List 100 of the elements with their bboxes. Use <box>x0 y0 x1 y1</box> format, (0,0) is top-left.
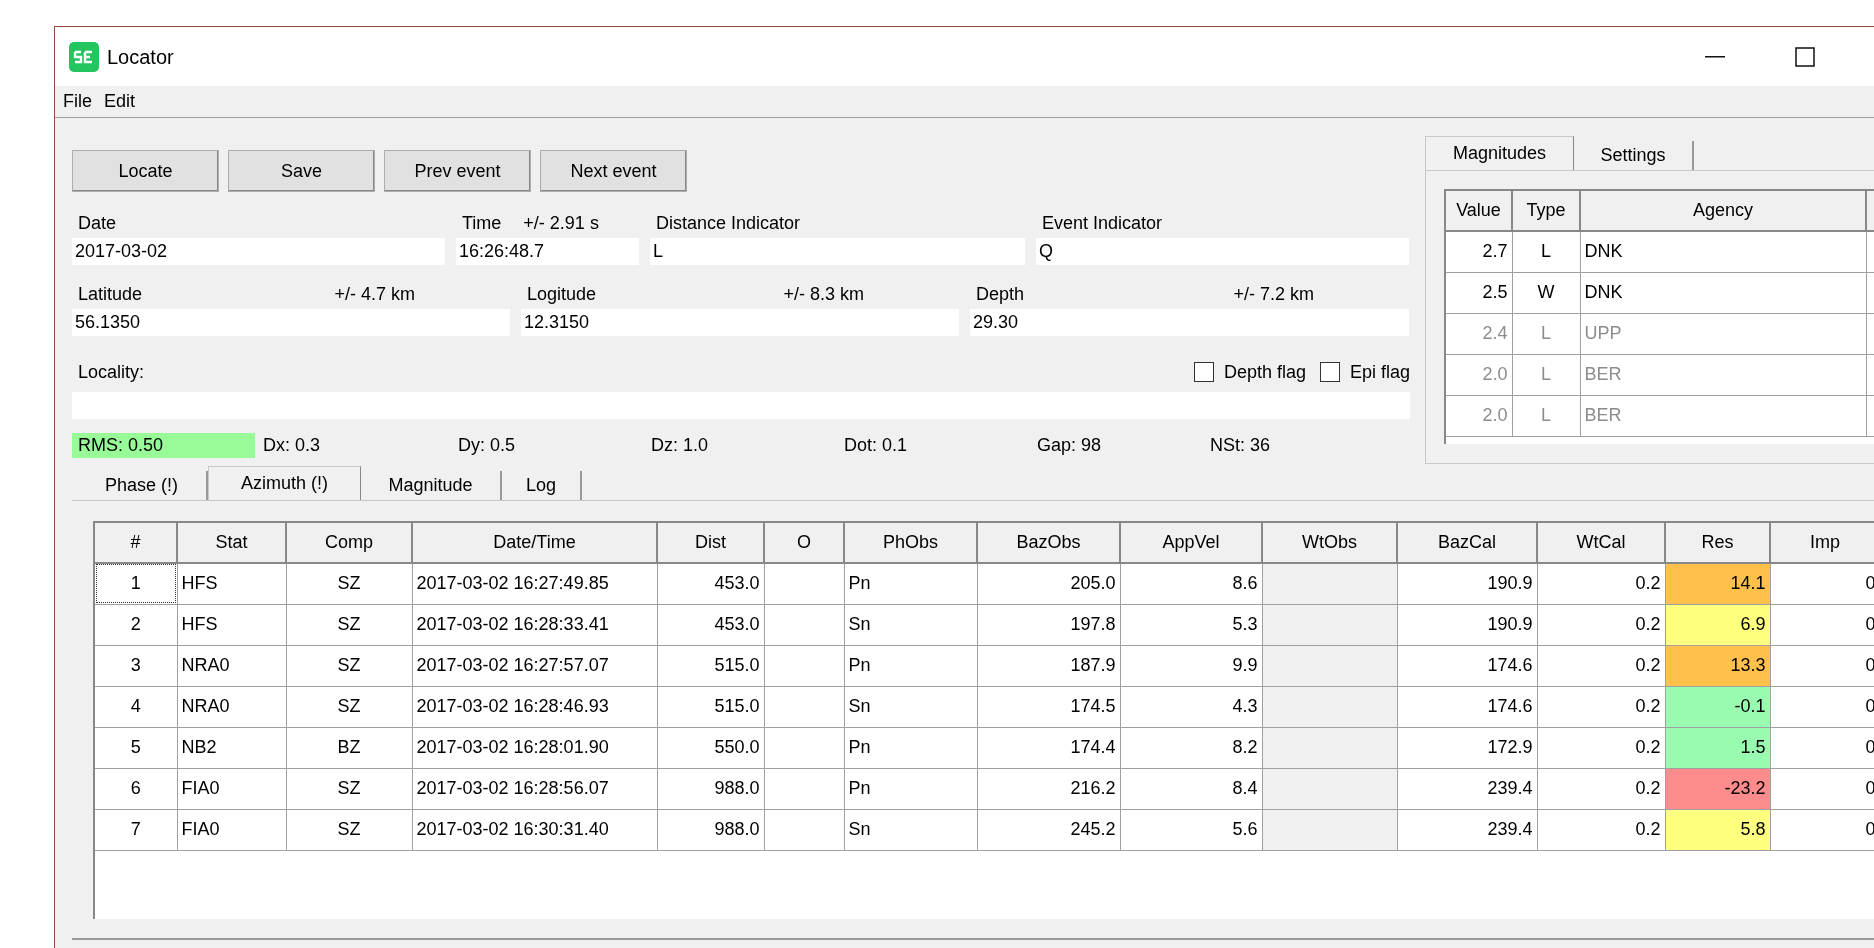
field-label: Distance Indicator <box>656 211 801 235</box>
table-cell: NRA0 <box>177 686 286 727</box>
toolbar-button[interactable]: Prev event <box>384 150 531 192</box>
tab[interactable]: Azimuth (!) <box>208 466 361 500</box>
table-cell: 7 <box>95 809 177 850</box>
table-cell: 988.0 <box>657 768 764 809</box>
uncertainty-label: +/- 7.2 km <box>1233 282 1314 306</box>
menu-item[interactable]: Edit <box>104 88 136 115</box>
table-cell: 2017-03-02 16:27:57.07 <box>412 645 657 686</box>
table-cell: 2 <box>95 604 177 645</box>
column-header[interactable]: O <box>764 523 844 563</box>
stat-label: Gap: 98 <box>1036 434 1103 457</box>
table-cell: 190.9 <box>1397 604 1537 645</box>
text-field[interactable]: 29.30 <box>970 309 1409 336</box>
table-cell: 5.8 <box>1665 809 1770 850</box>
field-label: Date <box>78 211 117 235</box>
text-field[interactable]: Q <box>1036 238 1409 265</box>
table-cell: 14.1 <box>1665 563 1770 604</box>
table-cell: 0 <box>1770 768 1874 809</box>
table-cell: SZ <box>286 645 412 686</box>
table-cell: 197.8 <box>977 604 1120 645</box>
table-cell: 245.2 <box>977 809 1120 850</box>
column-header[interactable]: Stat <box>177 523 286 563</box>
column-header[interactable]: Imp <box>1770 523 1874 563</box>
table-cell: HFS <box>177 563 286 604</box>
column-header[interactable]: Type <box>1512 191 1580 231</box>
table-cell: Sn <box>844 604 977 645</box>
table-cell: 2.5 <box>1446 272 1512 313</box>
table-cell: 0.2 <box>1537 768 1665 809</box>
table-cell: 515.0 <box>657 645 764 686</box>
table-cell: 453.0 <box>657 604 764 645</box>
table-cell: FIA0 <box>177 809 286 850</box>
table-cell: SZ <box>286 809 412 850</box>
stat-label: Dx: 0.3 <box>262 434 322 457</box>
uncertainty-label: +/- 8.3 km <box>783 282 864 306</box>
table-cell: 0 <box>1770 809 1874 850</box>
tab[interactable]: Magnitudes <box>1425 136 1574 170</box>
table-cell: DNK <box>1580 272 1866 313</box>
column-header[interactable]: PhObs <box>844 523 977 563</box>
table-cell: 0.2 <box>1537 727 1665 768</box>
table-cell: 174.5 <box>977 686 1120 727</box>
column-header[interactable]: Comp <box>286 523 412 563</box>
column-header[interactable]: Date/Time <box>412 523 657 563</box>
table-cell: NRA0 <box>177 645 286 686</box>
table-cell: 8.2 <box>1120 727 1262 768</box>
table-cell: 1 <box>95 563 177 604</box>
column-header[interactable]: AppVel <box>1120 523 1262 563</box>
text-field[interactable]: 16:26:48.7 <box>456 238 639 265</box>
table-cell: 8.6 <box>1120 563 1262 604</box>
table-cell: Pn <box>844 563 977 604</box>
table-cell: 6 <box>95 768 177 809</box>
stat-label: Dz: 1.0 <box>650 434 710 457</box>
table-cell: BZ <box>286 727 412 768</box>
table-cell: Pn <box>844 645 977 686</box>
table-cell: 2.4 <box>1446 313 1512 354</box>
uncertainty-label: +/- 2.91 s <box>523 211 599 235</box>
table-cell: 2017-03-02 16:28:46.93 <box>412 686 657 727</box>
column-header[interactable]: Dist <box>657 523 764 563</box>
field-label: Event Indicator <box>1042 211 1163 235</box>
maximize-icon[interactable] <box>1795 47 1815 67</box>
checkbox-label: Epi flag <box>1349 360 1410 384</box>
table-cell: 5 <box>95 727 177 768</box>
checkbox[interactable] <box>1319 362 1340 382</box>
text-field[interactable]: L <box>650 238 1025 265</box>
table-cell: 453.0 <box>657 563 764 604</box>
field-label: Latitude <box>78 282 143 306</box>
table-cell: 2017-03-02 16:28:33.41 <box>412 604 657 645</box>
table-cell: UPP <box>1580 313 1866 354</box>
app-logo-icon <box>69 41 99 72</box>
text-field[interactable]: 56.1350 <box>72 309 510 336</box>
toolbar-button[interactable]: Locate <box>72 150 219 192</box>
table-cell: 239.4 <box>1397 768 1537 809</box>
table-cell: -0.1 <box>1665 686 1770 727</box>
table-cell: 5.3 <box>1120 604 1262 645</box>
column-header[interactable]: Res <box>1665 523 1770 563</box>
column-header[interactable]: # <box>95 523 177 563</box>
checkbox[interactable] <box>1193 362 1214 382</box>
column-header[interactable]: WtCal <box>1537 523 1665 563</box>
table-cell: 0 <box>1770 563 1874 604</box>
text-field[interactable]: 2017-03-02 <box>72 238 445 265</box>
menu-item[interactable]: File <box>63 88 92 115</box>
column-header[interactable]: BazCal <box>1397 523 1537 563</box>
table-cell: 515.0 <box>657 686 764 727</box>
table-cell: 8.4 <box>1120 768 1262 809</box>
table-cell: NB2 <box>177 727 286 768</box>
table-cell: FIA0 <box>177 768 286 809</box>
column-header[interactable]: Agency <box>1580 191 1866 231</box>
toolbar-button[interactable]: Next event <box>540 150 687 192</box>
text-field[interactable]: 12.3150 <box>521 309 959 336</box>
column-header[interactable]: BazObs <box>977 523 1120 563</box>
table-cell: 5.6 <box>1120 809 1262 850</box>
table-cell: 172.9 <box>1397 727 1537 768</box>
table-cell: 2.0 <box>1446 395 1512 436</box>
table-cell: 239.4 <box>1397 809 1537 850</box>
table-cell: 13.3 <box>1665 645 1770 686</box>
table-cell: 205.0 <box>977 563 1120 604</box>
toolbar-button[interactable]: Save <box>228 150 375 192</box>
table-cell: DNK <box>1580 231 1866 272</box>
column-header[interactable]: Value <box>1446 191 1512 231</box>
minimize-icon[interactable] <box>1705 56 1725 58</box>
